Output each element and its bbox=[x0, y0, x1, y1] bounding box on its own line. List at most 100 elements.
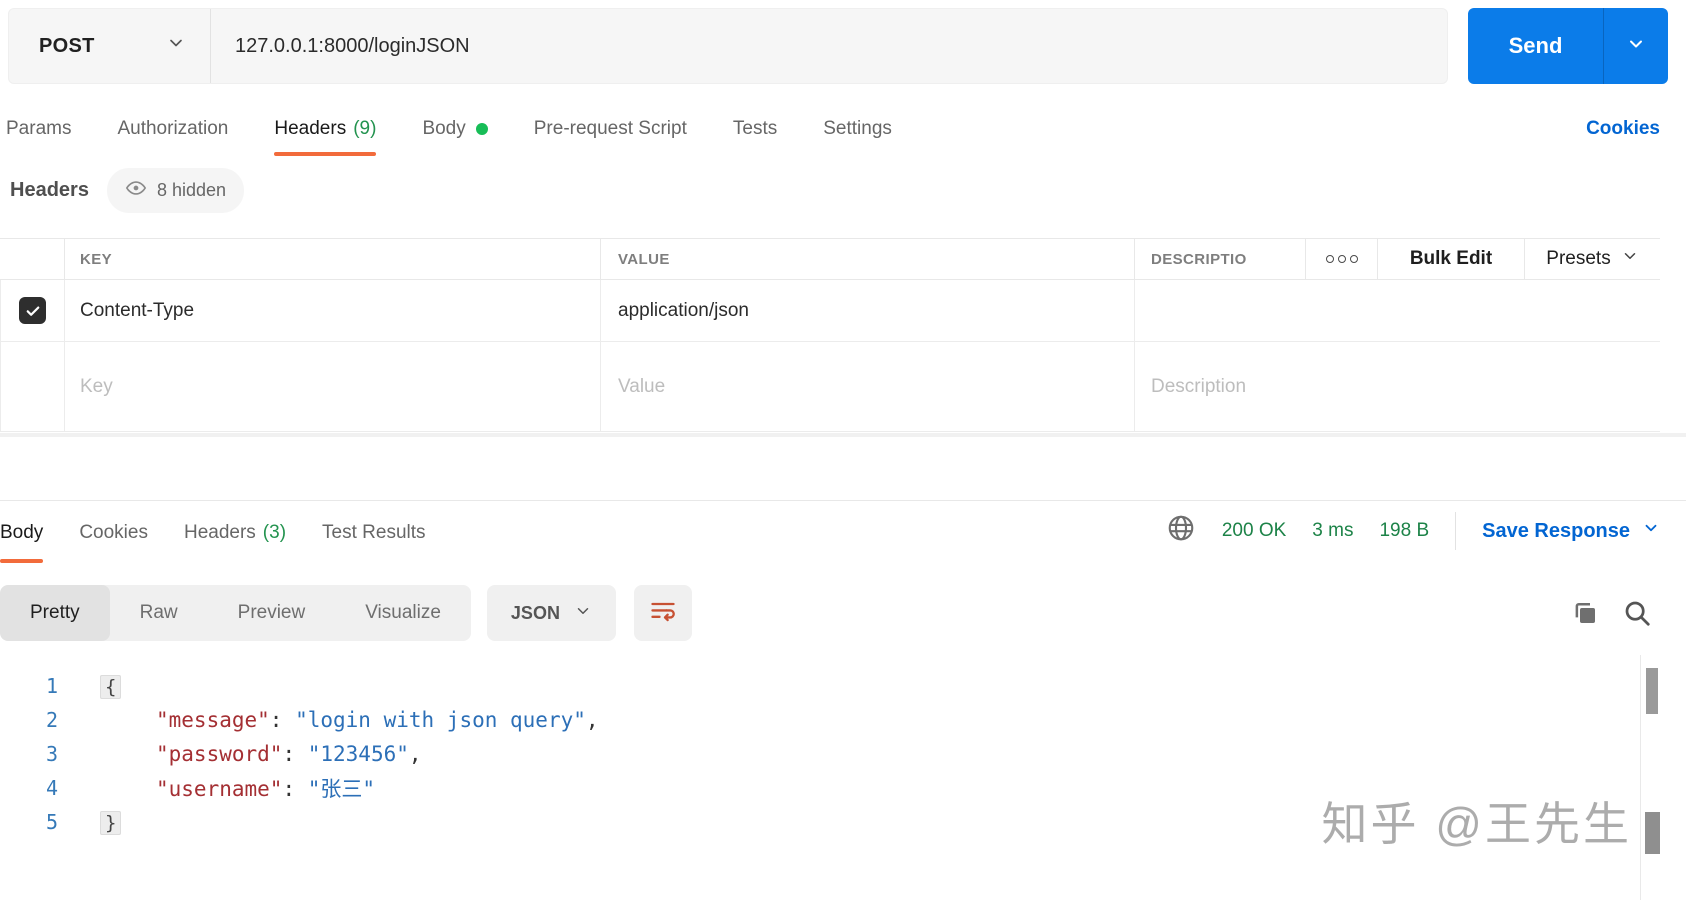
globe-icon[interactable] bbox=[1166, 513, 1196, 549]
headers-table: KEY VALUE DESCRIPTIO Bulk Edit Presets C… bbox=[0, 238, 1660, 432]
header-key-cell[interactable]: Content-Type bbox=[64, 280, 600, 341]
response-tab-cookies-label: Cookies bbox=[79, 522, 148, 543]
watermark: 知乎 @王先生 bbox=[1321, 798, 1632, 850]
select-all-column bbox=[0, 239, 64, 279]
view-raw[interactable]: Raw bbox=[110, 585, 208, 641]
bulk-edit-label: Bulk Edit bbox=[1409, 248, 1493, 269]
header-value-cell[interactable]: application/json bbox=[600, 280, 1134, 341]
view-raw-label: Raw bbox=[139, 602, 178, 623]
new-description-input[interactable] bbox=[1151, 375, 1660, 398]
json-key: "message" bbox=[156, 708, 270, 732]
tab-headers[interactable]: Headers (9) bbox=[274, 100, 377, 158]
status-badge: 200 OK bbox=[1221, 520, 1287, 541]
tab-body[interactable]: Body bbox=[422, 100, 488, 158]
row-checkbox-cell bbox=[0, 280, 64, 341]
headers-title: Headers bbox=[10, 178, 89, 201]
json-value: "login with json query" bbox=[295, 708, 586, 732]
more-options-button[interactable] bbox=[1305, 239, 1377, 279]
body-has-content-dot bbox=[475, 123, 488, 135]
line-number: 1 bbox=[45, 674, 58, 698]
header-description-cell[interactable] bbox=[1134, 280, 1660, 341]
fold-marker-close-brace[interactable]: } bbox=[100, 811, 122, 835]
new-key-cell bbox=[64, 342, 600, 431]
view-preview-label: Preview bbox=[237, 602, 306, 623]
tab-params[interactable]: Params bbox=[6, 100, 71, 158]
postman-window: POST Send Params Authorization Headers (… bbox=[0, 0, 1686, 900]
code-line: 2 "message": "login with json query", bbox=[0, 703, 1686, 737]
tab-tests-label: Tests bbox=[732, 118, 778, 139]
editor-scrollbar-thumb[interactable] bbox=[1646, 668, 1658, 714]
format-select[interactable]: JSON bbox=[486, 585, 616, 641]
send-label: Send bbox=[1508, 33, 1563, 58]
watermark-block bbox=[1645, 812, 1660, 854]
response-tab-body[interactable]: Body bbox=[0, 501, 44, 565]
json-value: "123456" bbox=[307, 742, 409, 766]
response-view-toolbar: Pretty Raw Preview Visualize JSON bbox=[0, 585, 692, 641]
row-checkbox-cell bbox=[0, 342, 64, 431]
chevron-down-icon bbox=[166, 33, 186, 59]
json-separator: : bbox=[269, 708, 296, 732]
tab-pre-request-script[interactable]: Pre-request Script bbox=[534, 100, 687, 158]
method-select[interactable]: POST bbox=[9, 9, 211, 83]
response-headers-count-badge: (3) bbox=[262, 522, 287, 543]
response-tab-headers[interactable]: Headers (3) bbox=[184, 501, 286, 565]
hidden-headers-toggle[interactable]: 8 hidden bbox=[106, 167, 245, 213]
cookies-link-label: Cookies bbox=[1586, 118, 1660, 139]
response-meta: 200 OK 3 ms 198 B Save Response bbox=[1166, 501, 1660, 561]
chevron-down-icon bbox=[1642, 519, 1660, 543]
json-key: "password" bbox=[156, 742, 283, 766]
save-response-button[interactable]: Save Response bbox=[1482, 519, 1660, 543]
row-checkbox-checked[interactable] bbox=[19, 297, 46, 324]
presets-label: Presets bbox=[1546, 248, 1611, 269]
new-key-input[interactable] bbox=[80, 375, 600, 398]
send-options-button[interactable] bbox=[1604, 8, 1668, 84]
tab-settings[interactable]: Settings bbox=[823, 100, 892, 158]
new-description-cell bbox=[1134, 342, 1660, 431]
method-label: POST bbox=[39, 34, 95, 57]
request-tabs: Params Authorization Headers (9) Body Pr… bbox=[6, 100, 1686, 158]
presets-dropdown[interactable]: Presets bbox=[1524, 239, 1660, 279]
column-value: VALUE bbox=[600, 239, 1134, 279]
view-pretty[interactable]: Pretty bbox=[0, 585, 110, 641]
tab-settings-label: Settings bbox=[823, 118, 892, 139]
response-tab-test-results[interactable]: Test Results bbox=[322, 501, 425, 565]
request-url-bar: POST bbox=[8, 8, 1448, 84]
fold-marker-open-brace[interactable]: { bbox=[100, 675, 122, 699]
line-number: 2 bbox=[45, 708, 58, 732]
headers-subheader: Headers 8 hidden bbox=[10, 166, 245, 214]
search-icon[interactable] bbox=[1622, 598, 1652, 628]
wrap-lines-button[interactable] bbox=[633, 585, 692, 641]
save-response-label: Save Response bbox=[1482, 519, 1630, 542]
header-row-empty bbox=[0, 342, 1660, 432]
view-visualize[interactable]: Visualize bbox=[335, 585, 471, 641]
dot-icon bbox=[1325, 255, 1334, 263]
tab-headers-label: Headers bbox=[274, 118, 347, 139]
tab-tests[interactable]: Tests bbox=[733, 100, 777, 158]
chevron-down-icon bbox=[1626, 34, 1646, 59]
send-button[interactable]: Send bbox=[1468, 8, 1604, 84]
view-preview[interactable]: Preview bbox=[208, 585, 336, 641]
tab-authorization[interactable]: Authorization bbox=[117, 100, 228, 158]
send-split-button: Send bbox=[1468, 8, 1668, 84]
dot-icon bbox=[1337, 255, 1346, 263]
chevron-down-icon bbox=[1621, 247, 1639, 271]
code-line: 3 "password": "123456", bbox=[0, 737, 1686, 771]
dot-icon bbox=[1349, 255, 1358, 263]
response-tab-cookies[interactable]: Cookies bbox=[79, 501, 148, 565]
response-tab-tests-label: Test Results bbox=[322, 522, 426, 543]
json-separator: : bbox=[282, 777, 308, 801]
wrap-lines-icon bbox=[649, 597, 677, 630]
copy-icon[interactable] bbox=[1570, 598, 1600, 628]
chevron-down-icon bbox=[574, 602, 592, 625]
new-value-input[interactable] bbox=[618, 375, 1134, 398]
column-key: KEY bbox=[64, 239, 600, 279]
bulk-edit-button[interactable]: Bulk Edit bbox=[1377, 239, 1524, 279]
json-key: "username" bbox=[156, 777, 283, 801]
response-tab-body-label: Body bbox=[0, 522, 44, 543]
tab-authorization-label: Authorization bbox=[117, 118, 229, 139]
eye-icon bbox=[125, 177, 147, 204]
cookies-link[interactable]: Cookies bbox=[1586, 100, 1660, 158]
url-input[interactable] bbox=[211, 34, 1447, 58]
response-body-editor[interactable]: 1 { 2 "message": "login with json query"… bbox=[0, 655, 1686, 900]
view-pretty-label: Pretty bbox=[30, 602, 80, 623]
